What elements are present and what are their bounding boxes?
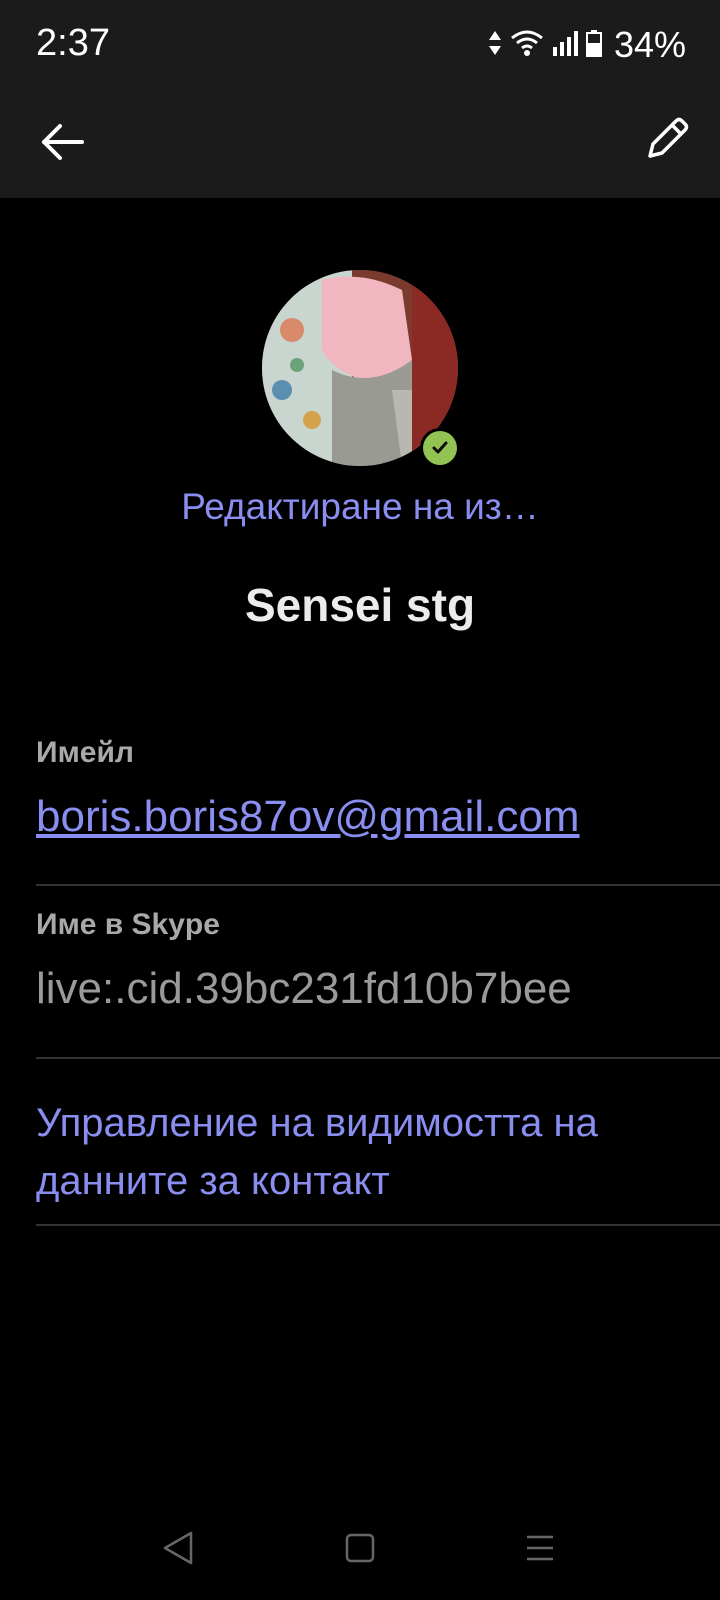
skype-name-label: Име в Skype [36,908,220,941]
signal-icon [552,29,578,62]
edit-profile-button[interactable] [634,110,698,174]
status-bar: 2:37 34% [0,0,720,90]
data-arrows-icon [488,29,502,62]
arrow-left-icon [40,122,84,167]
presence-status [420,428,460,468]
system-nav-bar [0,1500,720,1600]
battery-icon [585,29,602,62]
email-field: Имейл boris.boris87ov@gmail.com [36,736,720,842]
battery-percent: 34% [613,24,686,65]
status-time: 2:37 [36,22,110,64]
status-icons: 34% [488,24,686,66]
check-icon [423,431,457,465]
divider [36,884,720,886]
app-bar [0,90,720,198]
pencil-icon [642,116,690,169]
nav-home-icon [344,1532,376,1569]
wifi-icon [510,29,544,62]
nav-back-icon [161,1530,195,1571]
nav-back-button[interactable] [154,1526,202,1574]
skype-name-value: live:.cid.39bc231fd10b7bee [36,964,572,1013]
edit-photo-link[interactable]: Редактиране на из… [0,486,720,528]
nav-recents-icon [524,1533,556,1568]
manage-contact-visibility-link[interactable]: Управление на видимостта на данните за к… [36,1094,696,1210]
profile-avatar[interactable] [262,270,460,468]
back-button[interactable] [30,112,94,176]
nav-recents-button[interactable] [516,1526,564,1574]
skype-name-field: Име в Skype live:.cid.39bc231fd10b7bee [36,908,720,1014]
divider [36,1057,720,1059]
email-label: Имейл [36,736,134,769]
email-link[interactable]: boris.boris87ov@gmail.com [36,792,720,842]
nav-home-button[interactable] [336,1526,384,1574]
display-name: Sensei stg [244,579,476,631]
divider [36,1224,720,1226]
